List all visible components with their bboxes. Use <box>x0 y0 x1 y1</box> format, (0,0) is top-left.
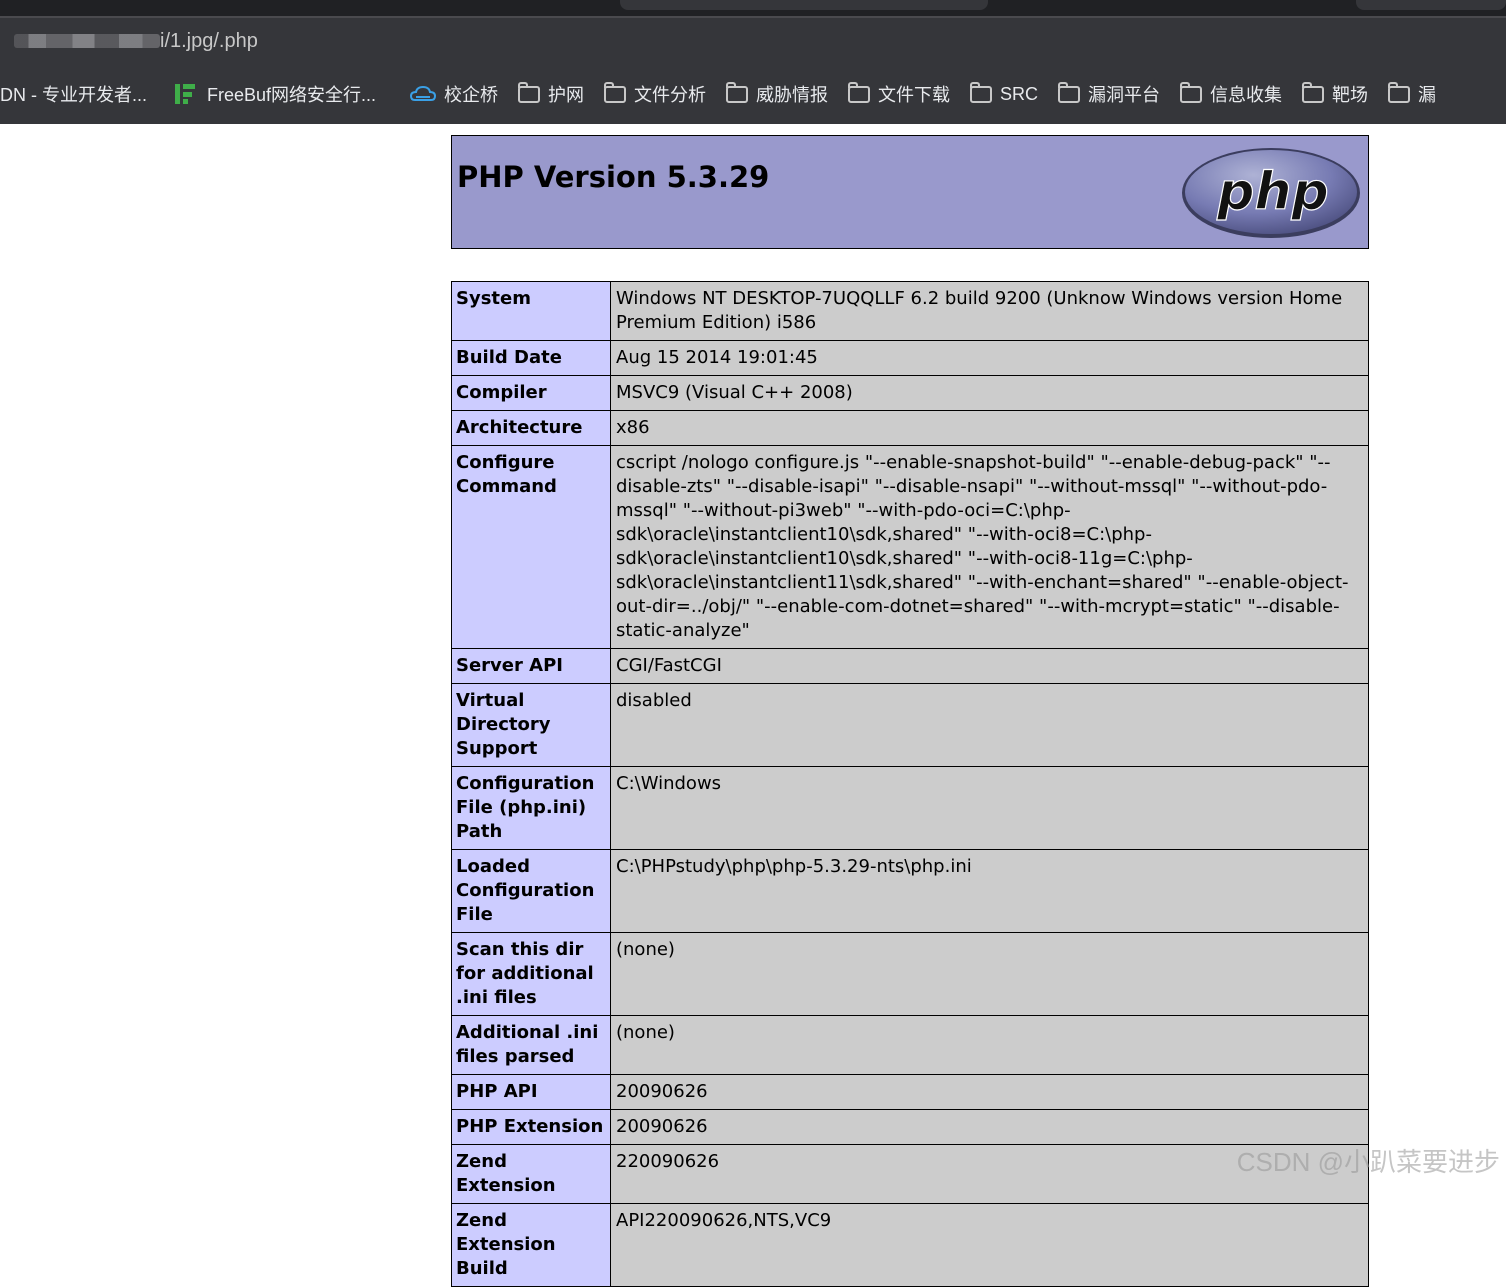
address-bar[interactable]: i/1.jpg/.php <box>10 24 1490 58</box>
row-value: C:\Windows <box>610 766 1369 850</box>
table-row: PHP API 20090626 <box>451 1074 1369 1110</box>
bookmark-label: 漏洞平台 <box>1088 85 1161 105</box>
row-value: (none) <box>610 932 1369 1016</box>
folder-icon <box>1058 81 1081 103</box>
row-value: API220090626,NTS,VC9 <box>610 1203 1369 1287</box>
row-key: Additional .ini files parsed <box>451 1015 611 1075</box>
row-key: Configure Command <box>451 445 611 649</box>
bookmark-item[interactable]: 信息收集 <box>1180 81 1282 107</box>
bookmark-label: DN - 专业开发者... <box>0 85 147 105</box>
table-row: Configure Command cscript /nologo configu… <box>451 445 1369 649</box>
table-row: PHP Extension 20090626 <box>451 1109 1369 1145</box>
bookmark-label: 靶场 <box>1332 85 1369 105</box>
folder-icon <box>1180 81 1203 103</box>
bookmark-item[interactable]: 漏洞平台 <box>1058 81 1160 107</box>
bookmark-label: 信息收集 <box>1210 85 1283 105</box>
bookmark-item[interactable]: DN - 专业开发者... <box>0 81 147 107</box>
tab-edge[interactable] <box>620 0 988 10</box>
bookmark-item[interactable]: SRC <box>970 81 1039 105</box>
row-value: Aug 15 2014 19:01:45 <box>610 340 1369 376</box>
table-row: Additional .ini files parsed (none) <box>451 1015 1369 1075</box>
row-key: Zend Extension Build <box>451 1203 611 1287</box>
table-row: System Windows NT DESKTOP-7UQQLLF 6.2 bui… <box>451 281 1369 341</box>
bookmark-label: 文件下载 <box>878 85 951 105</box>
bookmark-item[interactable]: 校企桥 <box>410 81 498 107</box>
row-key: Scan this dir for additional .ini files <box>451 932 611 1016</box>
url-redacted <box>14 34 160 48</box>
row-key: Zend Extension <box>451 1144 611 1204</box>
url-text[interactable]: i/1.jpg/.php <box>160 30 258 53</box>
folder-icon <box>1388 81 1411 103</box>
table-row: Configuration File (php.ini) Path C:\Wind… <box>451 766 1369 850</box>
bookmarks-bar: DN - 专业开发者... FreeBuf网络安全行... 校企桥 护网 文件分析 威胁情… <box>0 64 1506 124</box>
row-value: (none) <box>610 1015 1369 1075</box>
row-key: System <box>451 281 611 341</box>
tab-edge[interactable] <box>1356 0 1506 10</box>
bookmark-item[interactable]: 威胁情报 <box>726 81 828 107</box>
bookmark-item[interactable]: 靶场 <box>1302 81 1368 107</box>
folder-icon <box>604 81 627 103</box>
watermark: CSDN @小趴菜要进步 <box>1236 1147 1500 1177</box>
table-row: Loaded Configuration File C:\PHPstudy\php… <box>451 849 1369 933</box>
bookmark-label: 校企桥 <box>444 85 499 105</box>
row-value: 20090626 <box>610 1109 1369 1145</box>
logo-wordmark: php <box>1216 162 1328 222</box>
table-row: Architecture x86 <box>451 410 1369 446</box>
table-row: Build Date Aug 15 2014 19:01:45 <box>451 340 1369 376</box>
phpinfo-header: PHP Version 5.3.29 php <box>451 135 1369 249</box>
bookmark-label: 文件分析 <box>634 85 707 105</box>
table-row: Server API CGI/FastCGI <box>451 648 1369 684</box>
bookmark-item[interactable]: FreeBuf网络安全行... <box>173 81 376 107</box>
row-key: PHP Extension <box>451 1109 611 1145</box>
row-value: disabled <box>610 683 1369 767</box>
tab-strip <box>0 0 1506 16</box>
row-key: Loaded Configuration File <box>451 849 611 933</box>
row-value: CGI/FastCGI <box>610 648 1369 684</box>
freebuf-icon <box>173 82 199 106</box>
row-key: PHP API <box>451 1074 611 1110</box>
row-value: MSVC9 (Visual C++ 2008) <box>610 375 1369 411</box>
bookmark-label: 护网 <box>548 85 585 105</box>
row-value: cscript /nologo configure.js "--enable-s… <box>610 445 1369 649</box>
row-key: Server API <box>451 648 611 684</box>
row-value: C:\PHPstudy\php\php-5.3.29-nts\php.ini <box>610 849 1369 933</box>
php-logo[interactable]: php <box>1180 146 1362 240</box>
bookmark-label: 漏 <box>1418 85 1437 105</box>
row-key: Compiler <box>451 375 611 411</box>
row-value: Windows NT DESKTOP-7UQQLLF 6.2 build 920… <box>610 281 1369 341</box>
cloud-icon <box>410 86 437 101</box>
table-row: Scan this dir for additional .ini files(… <box>451 932 1369 1016</box>
page-title: PHP Version 5.3.29 <box>457 160 770 194</box>
row-value: 20090626 <box>610 1074 1369 1110</box>
row-value: x86 <box>610 410 1369 446</box>
bookmark-label: FreeBuf网络安全行... <box>207 85 377 105</box>
row-key: Configuration File (php.ini) Path <box>451 766 611 850</box>
bookmark-label: 威胁情报 <box>756 85 829 105</box>
folder-icon <box>848 81 871 103</box>
info-table: System Windows NT DESKTOP-7UQQLLF 6.2 bui… <box>451 281 1369 1287</box>
table-row: Zend Extension Build API220090626,NTS,VC9 <box>451 1203 1369 1287</box>
phpinfo-page: PHP Version 5.3.29 php System Windows NT … <box>451 135 1369 1287</box>
row-key: Architecture <box>451 410 611 446</box>
bookmark-item[interactable]: 文件下载 <box>848 81 950 107</box>
bookmark-item[interactable]: 文件分析 <box>604 81 706 107</box>
bookmark-label: SRC <box>1000 83 1039 104</box>
table-row: Compiler MSVC9 (Visual C++ 2008) <box>451 375 1369 411</box>
folder-icon <box>970 81 993 103</box>
table-row: Zend Extension 220090626 <box>451 1144 1369 1204</box>
bookmark-item[interactable]: 护网 <box>518 81 584 107</box>
table-row: Virtual Directory Support disabled <box>451 683 1369 767</box>
row-key: Build Date <box>451 340 611 376</box>
folder-icon <box>1302 81 1325 103</box>
folder-icon <box>518 81 541 103</box>
row-key: Virtual Directory Support <box>451 683 611 767</box>
browser-toolbar: i/1.jpg/.php <box>0 16 1506 64</box>
folder-icon <box>726 81 749 103</box>
bookmark-item[interactable]: 漏 <box>1388 81 1436 107</box>
